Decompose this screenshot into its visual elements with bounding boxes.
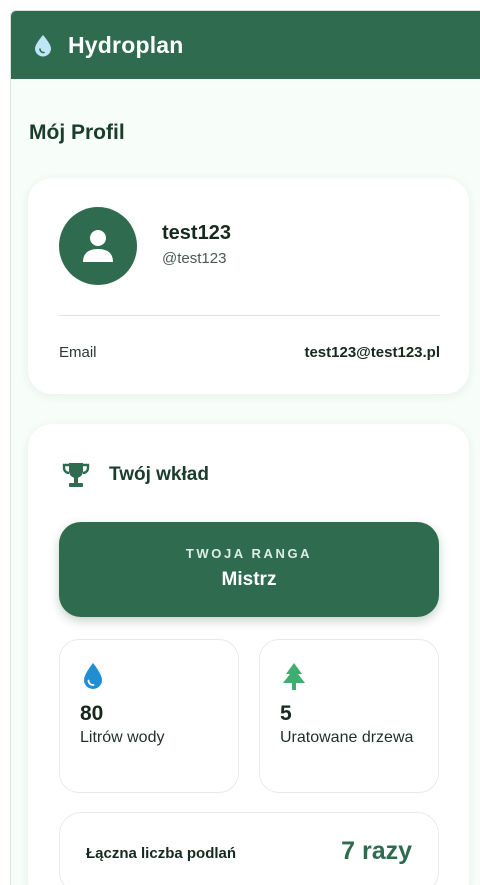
app-title[interactable]: Hydroplan (68, 32, 184, 59)
stat-water-label: Litrów wody (80, 729, 165, 746)
email-label: Email (59, 344, 97, 361)
profile-handle: @test123 (162, 250, 227, 267)
rank-banner: TWOJA RANGA Mistrz (59, 522, 439, 617)
contribution-card: Twój wkład TWOJA RANGA Mistrz 80 Litrów … (28, 424, 469, 885)
stat-trees-label: Uratowane drzewa (280, 729, 414, 746)
profile-username: test123 (162, 222, 231, 244)
email-value: test123@test123.pl (304, 344, 440, 361)
total-waterings: Łączna liczba podlań 7 razy (59, 812, 439, 885)
total-waterings-label: Łączna liczba podlań (86, 845, 237, 862)
stat-water-value: 80 (80, 702, 104, 725)
app-window: Hydroplan Mój Profil test123 @test123 Em… (10, 10, 480, 885)
rank-label: TWOJA RANGA (185, 546, 313, 561)
stat-water: 80 Litrów wody (59, 639, 239, 793)
top-bar: Hydroplan (11, 11, 480, 79)
avatar (59, 207, 137, 285)
stat-trees-value: 5 (280, 702, 292, 725)
rank-value: Mistrz (221, 569, 277, 590)
divider (59, 315, 440, 316)
tree-icon (283, 663, 305, 690)
contribution-title: Twój wkład (109, 464, 209, 485)
user-icon (83, 230, 113, 262)
water-drop-icon (35, 35, 51, 57)
page-title: Mój Profil (29, 121, 125, 144)
trophy-icon (62, 463, 90, 487)
water-drop-icon (84, 663, 102, 689)
stat-trees: 5 Uratowane drzewa (259, 639, 439, 793)
total-waterings-value: 7 razy (341, 837, 412, 865)
contribution-header: Twój wkład (61, 460, 209, 490)
profile-card: test123 @test123 Email test123@test123.p… (28, 178, 469, 394)
